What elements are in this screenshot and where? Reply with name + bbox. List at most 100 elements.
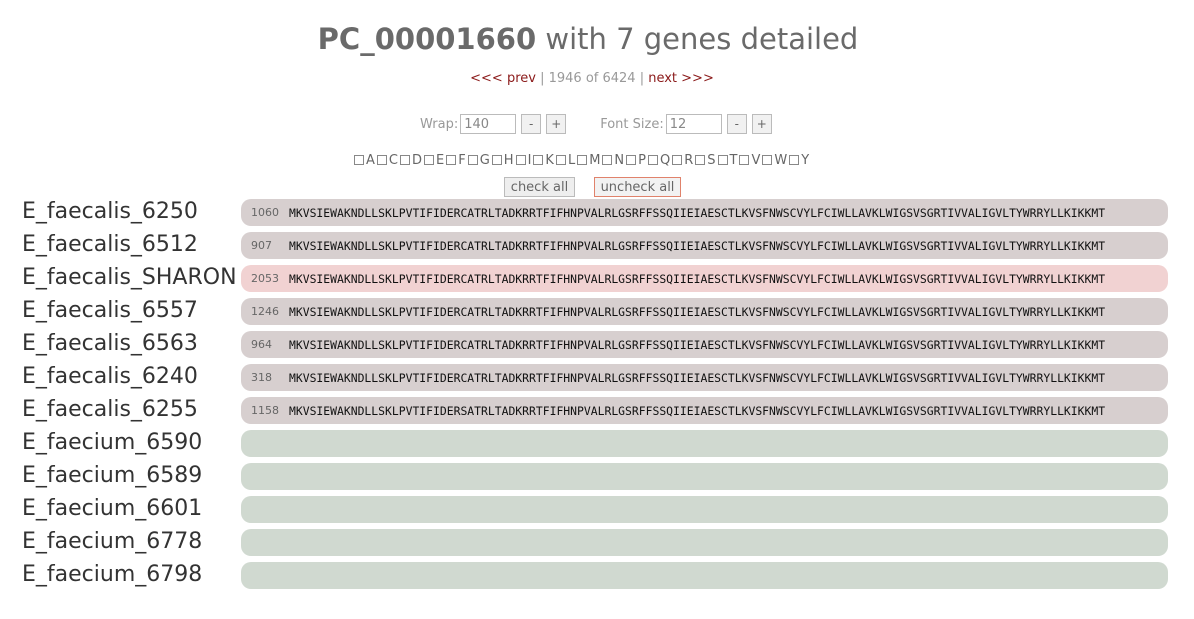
amino-acid-label: H (503, 152, 514, 168)
font-size-decrease-button[interactable]: - (726, 114, 747, 134)
amino-acid-checkbox[interactable] (515, 155, 526, 165)
amino-acid-label: K (545, 152, 554, 168)
amino-acid-filter[interactable]: D (399, 152, 422, 168)
amino-acid-label: T (729, 152, 738, 168)
amino-acid-filter[interactable]: C (376, 152, 398, 168)
amino-acid-checkbox[interactable] (491, 155, 502, 165)
genome-name: E_faecalis_6557 (22, 298, 198, 323)
gene-number: 964 (251, 338, 272, 351)
amino-acid-checkbox[interactable] (789, 155, 800, 165)
amino-acid-checkbox[interactable] (354, 155, 364, 165)
genome-name: E_faecalis_6255 (22, 397, 198, 422)
empty-sequence-row (241, 496, 1168, 523)
genome-name: E_faecalis_6512 (22, 232, 198, 257)
sequence-row: 2053 MKVSIEWAKNDLLSKLPVTIFIDERCATRLTADKRR… (241, 265, 1168, 292)
amino-acid-label: D (411, 152, 422, 168)
amino-acid-checkbox[interactable] (647, 155, 658, 165)
gene-number: 907 (251, 239, 272, 252)
amino-acid-checkbox[interactable] (695, 155, 706, 165)
font-size-increase-button[interactable]: + (751, 114, 772, 134)
amino-acid-label: R (684, 152, 694, 168)
amino-acid-checkbox[interactable] (376, 155, 387, 165)
amino-acid-label: C (388, 152, 398, 168)
genome-name: E_faecium_6601 (22, 496, 203, 521)
amino-acid-filter[interactable]: M (577, 153, 600, 168)
amino-acid-filter[interactable]: T (717, 152, 738, 168)
genome-name: E_faecalis_6563 (22, 331, 198, 356)
amino-acid-checkbox[interactable] (762, 155, 773, 165)
gene-number: 318 (251, 371, 272, 384)
sequence-row: 1060 MKVSIEWAKNDLLSKLPVTIFIDERCATRLTADKRR… (241, 199, 1168, 226)
sequence-row: 964 MKVSIEWAKNDLLSKLPVTIFIDERCATRLTADKRRT… (241, 331, 1168, 358)
amino-acid-filter[interactable]: R (672, 153, 693, 168)
amino-acid-filter[interactable]: H (491, 152, 514, 168)
amino-acid-checkbox[interactable] (626, 155, 637, 165)
amino-acid-filter[interactable]: E (424, 153, 444, 168)
wrap-input[interactable] (460, 114, 517, 134)
amino-acid-filter[interactable]: Y (789, 153, 809, 168)
amino-acid-filter[interactable]: K (533, 153, 554, 168)
amino-acid-checkbox[interactable] (739, 155, 750, 165)
pagination: <<< prev | 1946 of 6424 | next >>> (0, 71, 1184, 86)
amino-acid-filter[interactable]: F (446, 153, 466, 168)
amino-acid-checkbox[interactable] (399, 155, 410, 165)
amino-acid-checkbox[interactable] (533, 155, 544, 165)
uncheck-all-button[interactable]: uncheck all (594, 177, 681, 197)
amino-acid-filter[interactable]: G (467, 153, 490, 168)
amino-acid-filter[interactable]: N (602, 153, 624, 168)
protein-sequence: MKVSIEWAKNDLLSKLPVTIFIDERCATRLTADKRRTFIF… (289, 205, 1106, 220)
sequence-row: 907 MKVSIEWAKNDLLSKLPVTIFIDERCATRLTADKRRT… (241, 232, 1168, 259)
amino-acid-label: V (751, 152, 761, 168)
genome-name: E_faecalis_6250 (22, 199, 198, 224)
wrap-increase-button[interactable]: + (546, 114, 567, 134)
genome-name: E_faecalis_SHARON (22, 265, 237, 290)
amino-acid-filter[interactable]: Q (647, 153, 670, 168)
wrap-decrease-button[interactable]: - (521, 114, 542, 134)
amino-acid-checkbox[interactable] (467, 155, 478, 165)
check-all-button[interactable]: check all (504, 177, 575, 197)
genome-name: E_faecium_6590 (22, 430, 203, 455)
amino-acid-checkbox[interactable] (446, 155, 457, 165)
amino-acid-filter[interactable]: L (555, 152, 576, 168)
amino-acid-checkbox[interactable] (424, 155, 434, 165)
amino-acid-label: N (614, 152, 625, 168)
font-size-label: Font Size: (600, 116, 664, 132)
next-link[interactable]: next >>> (648, 71, 714, 86)
gene-number: 1158 (251, 404, 279, 417)
font-size-input[interactable] (665, 114, 722, 134)
cluster-id: PC_00001660 (317, 22, 537, 56)
prev-link[interactable]: <<< prev (470, 71, 536, 86)
gene-number: 1060 (251, 206, 279, 219)
amino-acid-checkbox[interactable] (602, 155, 613, 165)
display-controls: Wrap: - + Font Size: - + (420, 112, 772, 136)
amino-acid-label: L (567, 152, 576, 168)
amino-acid-filters: ACDEFGHIKLMNPQRSTVWY (354, 152, 811, 168)
protein-sequence: MKVSIEWAKNDLLSKLPVTIFIDERCATRLTADKRRTFIF… (289, 271, 1106, 286)
amino-acid-filter[interactable]: S (695, 152, 716, 168)
empty-sequence-row (241, 430, 1168, 457)
amino-acid-filter[interactable]: V (739, 153, 760, 168)
amino-acid-filter[interactable]: W (762, 153, 787, 168)
sequence-row: 1246 MKVSIEWAKNDLLSKLPVTIFIDERCATRLTADKRR… (241, 298, 1168, 325)
amino-acid-label: E (436, 152, 445, 168)
amino-acid-checkbox[interactable] (555, 155, 566, 165)
title-suffix: with 7 genes detailed (536, 22, 859, 56)
protein-sequence: MKVSIEWAKNDLLSKLPVTIFIDERSATRLTADKRRTFIF… (289, 403, 1106, 418)
nav-separator: | (535, 71, 549, 86)
amino-acid-checkbox[interactable] (577, 155, 588, 165)
amino-acid-label: S (707, 152, 716, 168)
amino-acid-checkbox[interactable] (717, 155, 728, 165)
amino-acid-checkbox[interactable] (672, 155, 683, 165)
nav-separator: | (635, 71, 649, 86)
amino-acid-label: M (589, 152, 601, 168)
amino-acid-filter[interactable]: I (515, 153, 531, 168)
genome-names: E_faecalis_6250 E_faecalis_6512 E_faecalis… (22, 197, 237, 593)
amino-acid-filter[interactable]: P (626, 153, 646, 168)
protein-sequence: MKVSIEWAKNDLLSKLPVTIFIDERCATRLTADKRRTFIF… (289, 238, 1106, 253)
empty-sequence-row (241, 463, 1168, 490)
gene-number: 1246 (251, 305, 279, 318)
amino-acid-filter[interactable]: A (354, 153, 375, 168)
genome-name: E_faecium_6798 (22, 562, 203, 587)
amino-acid-label: A (366, 152, 375, 168)
sequence-rows: 1060 MKVSIEWAKNDLLSKLPVTIFIDERCATRLTADKRR… (241, 199, 1168, 595)
